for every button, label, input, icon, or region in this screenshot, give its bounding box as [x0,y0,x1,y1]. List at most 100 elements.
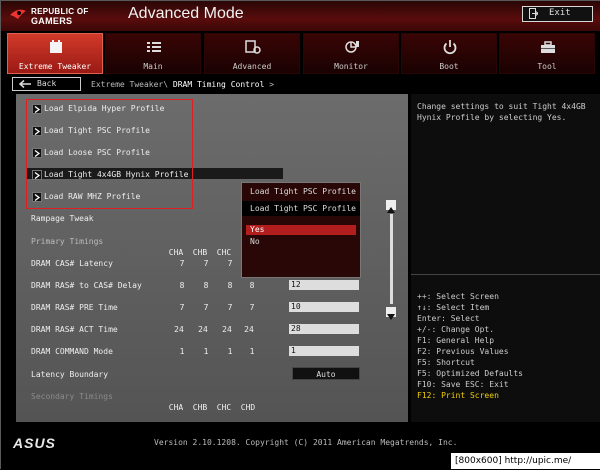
option-label: Yes [250,225,265,234]
rampage-tweak-label[interactable]: Rampage Tweak [31,214,94,223]
tab-bar: Extreme Tweaker Main Advanced Monitor Bo… [1,31,600,75]
tab-label: Main [143,62,163,71]
tab-label: Advanced [232,62,272,71]
advanced-icon [245,40,261,54]
rog-logo: REPUBLIC OF GAMERS [9,5,113,27]
setting-label[interactable]: DRAM CAS# Latency [31,259,113,268]
tab-tool[interactable]: Tool [499,33,595,74]
channel-value: 8 [227,281,233,290]
tab-label: Monitor [334,62,368,71]
hotkey-hint: ↑↓: Select Item [417,303,490,312]
channel-value: 7 [203,303,209,312]
channel-value: 1 [203,347,209,356]
channel-value: 7 [227,303,233,312]
channel-header: CHA [168,403,184,412]
exit-button[interactable]: Exit [522,6,593,22]
popup-subtitle-bar: Load Tight PSC Profile [242,201,360,216]
logo-line2: GAMERS [31,16,73,26]
toolbox-icon [541,41,555,53]
watermark: [800x600] http://upic.me/ [451,453,600,469]
confirm-popup: Load Tight PSC Profile Load Tight PSC Pr… [241,182,361,278]
breadcrumb-bar: Back Extreme Tweaker\ DRAM Timing Contro… [1,75,600,94]
setting-label[interactable]: DRAM COMMAND Mode [31,347,113,356]
channel-value: 24 [222,325,232,334]
channel-value: 24 [244,325,254,334]
power-icon [443,40,457,55]
extreme-tweaker-icon [50,40,62,53]
tab-label: Tool [537,62,557,71]
hotkey-hint: +/-: Change Opt. [417,325,495,334]
scrollbar-thumb[interactable] [390,214,393,304]
channel-value: 7 [179,259,185,268]
scroll-down-button[interactable] [386,307,396,320]
tab-boot[interactable]: Boot [401,33,497,74]
profile-annotation-box [26,99,193,209]
channel-header: CHA [168,248,184,257]
setting-label[interactable]: DRAM RAS# ACT Time [31,325,118,334]
channel-value: 8 [179,281,185,290]
channel-value: 24 [174,325,184,334]
scroll-up-button[interactable] [386,200,396,213]
help-divider [411,274,600,275]
setting-label[interactable]: Latency Boundary [31,370,108,379]
value-input[interactable]: 10 [289,302,359,312]
hotkey-hint: ++: Select Screen [417,292,499,301]
primary-timings-heading: Primary Timings [31,237,104,246]
rog-eye-icon [10,9,26,19]
top-bar: REPUBLIC OF GAMERS Advanced Mode Exit [1,1,600,32]
help-description: Change settings to suit Tight 4x4GB Hyni… [417,102,586,122]
tab-monitor[interactable]: Monitor [303,33,399,74]
secondary-timings-heading: Secondary Timings [31,392,113,401]
mode-title: Advanced Mode [128,5,244,22]
tab-label: Extreme Tweaker [18,62,92,71]
exit-door-icon [529,8,538,19]
asus-logo: ASUS [13,435,56,451]
triangle-down-icon [387,314,395,320]
value-input[interactable]: 12 [289,280,359,290]
tab-extreme-tweaker[interactable]: Extreme Tweaker [7,33,103,74]
channel-header: CHB [192,248,208,257]
hotkey-hint: F5: Shortcut [417,358,475,367]
back-button[interactable]: Back [12,77,81,91]
setting-label[interactable]: DRAM RAS# to CAS# Delay [31,281,142,290]
hotkey-hint: F5: Optimized Defaults [417,369,523,378]
setting-label[interactable]: DRAM RAS# PRE Time [31,303,118,312]
tab-label: Boot [439,62,459,71]
channel-value: 7 [203,259,209,268]
channel-header: CHC [216,403,232,412]
hotkey-hint-print-screen: F12: Print Screen [417,391,499,400]
bios-window: REPUBLIC OF GAMERS Advanced Mode Exit Ex… [0,0,600,470]
tab-main[interactable]: Main [105,33,201,74]
hotkey-hint: F10: Save ESC: Exit [417,380,509,389]
popup-title: Load Tight PSC Profile [250,187,356,196]
tab-advanced[interactable]: Advanced [204,33,300,74]
latency-boundary-select[interactable]: Auto [292,367,360,380]
hotkey-hint: Enter: Select [417,314,480,323]
help-panel: Change settings to suit Tight 4x4GB Hyni… [411,94,600,422]
popup-option-yes[interactable]: Yes [246,225,356,235]
back-arrow-icon [19,80,31,88]
channel-value: 1 [249,347,255,356]
monitor-fan-icon [345,41,359,53]
footer: ASUS Version 2.10.1208. Copyright (C) 20… [1,422,600,470]
exit-label: Exit [549,8,571,18]
channel-header: CHD [240,403,256,412]
channel-value: 8 [249,281,255,290]
value-input[interactable]: 1 [289,346,359,356]
back-label: Back [37,79,57,88]
breadcrumb: Extreme Tweaker\ DRAM Timing Control > [91,80,274,89]
channel-header: CHC [216,248,232,257]
channel-value: 7 [249,303,255,312]
channel-value: 1 [179,347,185,356]
channel-value: 7 [179,303,185,312]
channel-value: 1 [227,347,233,356]
hotkey-hint: F2: Previous Values [417,347,509,356]
popup-option-no[interactable]: No [250,237,260,246]
breadcrumb-current: DRAM Timing Control [172,80,265,89]
breadcrumb-parent[interactable]: Extreme Tweaker\ [91,80,168,89]
logo-line1: REPUBLIC OF [31,7,89,16]
value-input[interactable]: 28 [289,324,359,334]
list-icon [147,42,161,52]
channel-value: 24 [198,325,208,334]
channel-value: 8 [203,281,209,290]
